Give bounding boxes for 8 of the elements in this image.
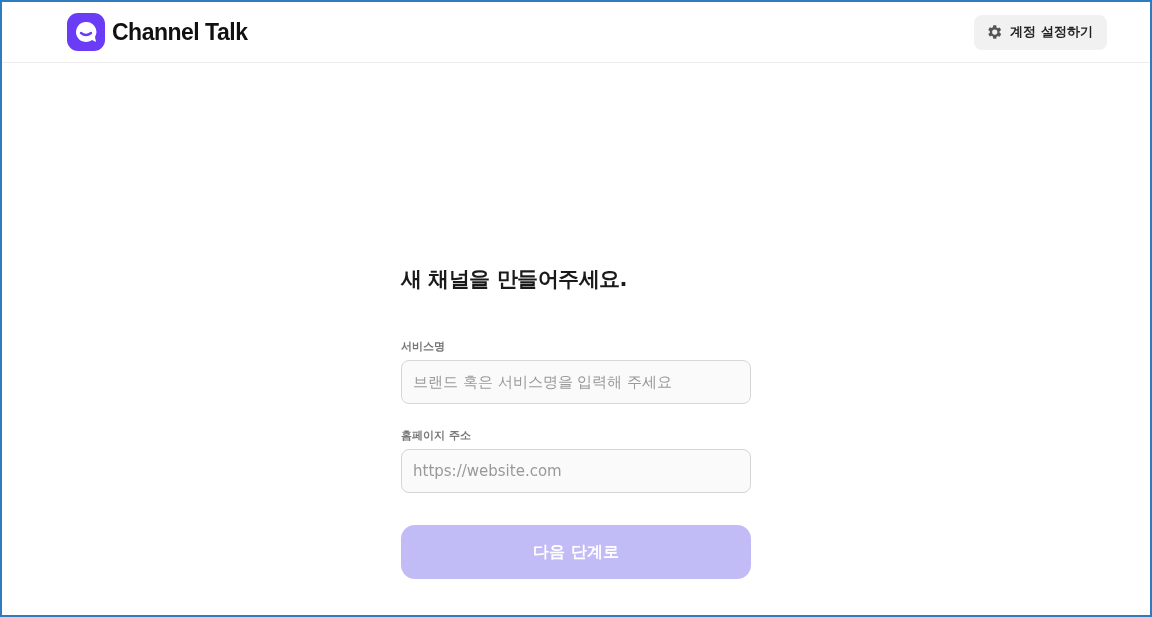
- brand-name: Channel Talk: [112, 18, 248, 46]
- account-settings-button[interactable]: 계정 설정하기: [974, 14, 1107, 50]
- logo-icon: [67, 13, 105, 51]
- field-label: 홈페이지 주소: [401, 428, 472, 443]
- page-title: 새 채널을 만들어주세요.: [401, 266, 629, 293]
- input-field[interactable]: https://website.com: [401, 449, 751, 493]
- input-field[interactable]: 브랜드 혹은 서비스명을 입력해 주세요: [401, 360, 751, 404]
- field-label: 서비스명: [401, 339, 446, 354]
